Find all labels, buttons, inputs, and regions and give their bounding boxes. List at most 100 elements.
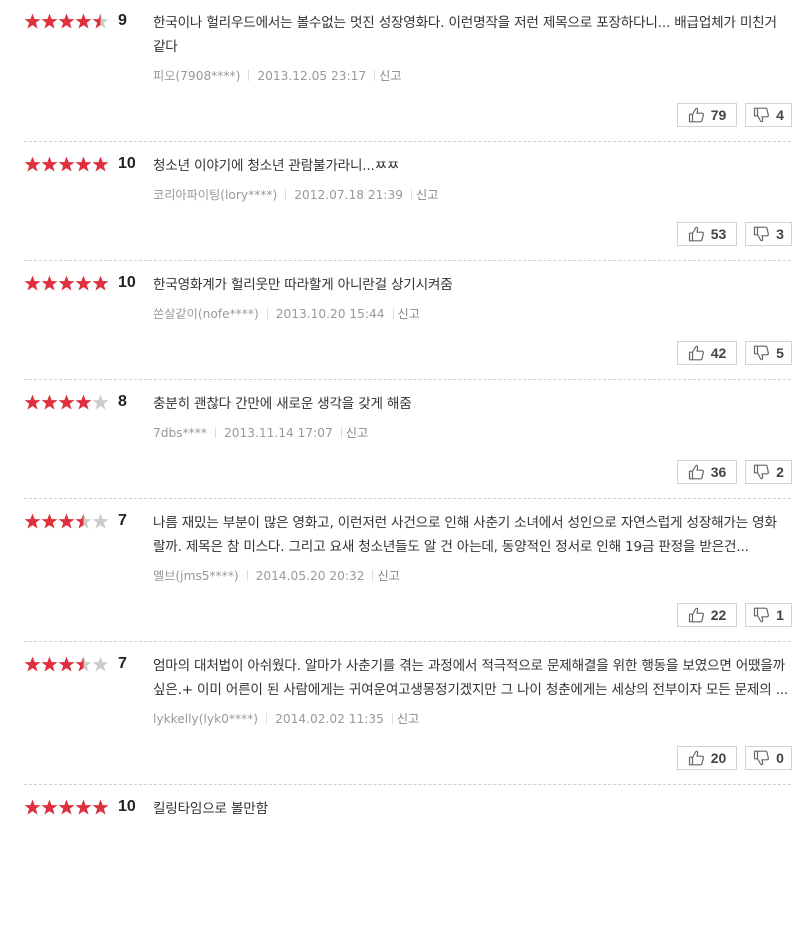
like-button[interactable]: 42 [677, 341, 737, 365]
score-number: 10 [118, 155, 136, 172]
report-link[interactable]: 신고 [416, 188, 438, 202]
review-author: 멜브(jms5****) [153, 569, 239, 583]
star-rating-icon [24, 656, 109, 671]
score-number: 7 [118, 512, 127, 529]
review-author: 7dbs**** [153, 426, 207, 440]
star-fill-icon [41, 799, 58, 814]
star-icon [92, 394, 109, 409]
review-text: 한국이나 헐리우드에서는 볼수없는 멋진 성장영화다. 이런명작을 저런 제목으… [153, 15, 777, 55]
meta-divider [392, 308, 394, 319]
like-count: 42 [710, 345, 727, 361]
like-button[interactable]: 79 [677, 103, 737, 127]
thumbs-down-icon [753, 607, 770, 623]
review-meta: 피오(7908****) 2013.12.05 23:17 신고 [153, 68, 789, 84]
thumbs-down-icon [753, 464, 770, 480]
star-rating [24, 275, 109, 292]
star-rating-icon [24, 275, 109, 290]
dislike-button[interactable]: 5 [745, 341, 792, 365]
review-text: 엄마의 대처법이 아쉬웠다. 알마가 사춘기를 겪는 과정에서 적극적으로 문제… [153, 658, 789, 698]
review-score: 10 [24, 273, 136, 293]
thumbs-up-icon [688, 107, 704, 123]
star-rating-icon [24, 394, 109, 409]
star-fill-icon [75, 799, 92, 814]
star-fill-icon [24, 394, 41, 409]
meta-divider [372, 570, 374, 581]
review-item: 10 킬링타임으로 볼만함 [0, 786, 800, 821]
star-fill-icon [75, 394, 92, 409]
star-fill-icon [92, 156, 109, 171]
review-list: 9 한국이나 헐리우드에서는 볼수없는 멋진 성장영화다. 이런명작을 저런 제목… [0, 0, 800, 821]
dislike-button[interactable]: 1 [745, 603, 792, 627]
score-number: 8 [118, 393, 127, 410]
thumbs-down-icon [753, 226, 770, 242]
review-meta: 7dbs**** 2013.11.14 17:07 신고 [153, 425, 789, 441]
dislike-count: 3 [776, 226, 784, 242]
like-button[interactable]: 36 [677, 460, 737, 484]
vote-buttons: 36 2 [0, 460, 792, 484]
review-author: 쏜살같이(nofe****) [153, 307, 259, 321]
meta-divider [411, 189, 413, 200]
like-count: 22 [710, 607, 727, 623]
review-score: 7 [24, 654, 127, 674]
like-count: 53 [710, 226, 727, 242]
dislike-button[interactable]: 4 [745, 103, 792, 127]
like-button[interactable]: 20 [677, 746, 737, 770]
report-link[interactable]: 신고 [397, 712, 419, 726]
meta-divider [285, 189, 287, 200]
review-meta: 멜브(jms5****) 2014.05.20 20:32 신고 [153, 568, 789, 584]
review-date: 2014.05.20 20:32 [255, 569, 365, 583]
star-icon [92, 656, 109, 671]
vote-buttons: 79 4 [0, 103, 792, 127]
dislike-count: 1 [776, 607, 784, 623]
review-score: 10 [24, 154, 136, 174]
like-button[interactable]: 53 [677, 222, 737, 246]
star-fill-icon [24, 799, 41, 814]
star-fill-icon [24, 13, 41, 28]
report-link[interactable]: 신고 [377, 569, 399, 583]
meta-divider [214, 427, 216, 438]
star-fill-icon [92, 275, 109, 290]
star-rating [24, 156, 109, 173]
star-fill-icon [58, 156, 75, 171]
dislike-count: 0 [776, 750, 784, 766]
review-meta: 쏜살같이(nofe****) 2013.10.20 15:44 신고 [153, 306, 789, 322]
star-fill-icon [41, 656, 58, 671]
review-item: 8 충분히 괜찮다 간만에 새로운 생각을 갖게 해줌 7dbs**** 2013.1… [0, 381, 800, 500]
score-number: 7 [118, 655, 127, 672]
review-date: 2014.02.02 11:35 [275, 712, 384, 726]
like-count: 79 [710, 107, 727, 123]
review-date: 2012.07.18 21:39 [294, 188, 404, 202]
star-fill-icon [58, 13, 75, 28]
dislike-button[interactable]: 0 [745, 746, 792, 770]
star-fill-icon [41, 513, 58, 528]
star-fill-icon [41, 13, 58, 28]
like-button[interactable]: 22 [677, 603, 737, 627]
review-item: 10 청소년 이야기에 청소년 관람불가라니...ㅉㅉ 코리아파이팅(lory***… [0, 143, 800, 262]
star-fill-icon [41, 275, 58, 290]
dislike-button[interactable]: 3 [745, 222, 792, 246]
star-fill-icon [92, 799, 109, 814]
star-rating [24, 656, 109, 673]
dislike-count: 5 [776, 345, 784, 361]
meta-divider [391, 713, 393, 724]
review-text: 청소년 이야기에 청소년 관람불가라니...ㅉㅉ [153, 158, 400, 174]
review-text: 한국영화계가 헐리웃만 따라할게 아니란걸 상기시켜줌 [153, 277, 453, 293]
star-fill-icon [24, 656, 41, 671]
review-score: 9 [24, 11, 127, 31]
review-item: 9 한국이나 헐리우드에서는 볼수없는 멋진 성장영화다. 이런명작을 저런 제목… [0, 0, 800, 143]
star-rating-icon [24, 513, 109, 528]
review-text: 나름 재밌는 부분이 많은 영화고, 이런저런 사건으로 인해 사춘기 소녀에서… [153, 515, 777, 555]
review-date: 2013.10.20 15:44 [275, 307, 385, 321]
star-fill-icon [58, 656, 75, 671]
vote-buttons: 42 5 [0, 341, 792, 365]
report-link[interactable]: 신고 [379, 69, 401, 83]
dislike-button[interactable]: 2 [745, 460, 792, 484]
thumbs-down-icon [753, 345, 770, 361]
report-link[interactable]: 신고 [346, 426, 368, 440]
thumbs-up-icon [688, 464, 704, 480]
score-number: 9 [118, 12, 127, 29]
dislike-count: 2 [776, 464, 784, 480]
star-fill-icon [41, 156, 58, 171]
report-link[interactable]: 신고 [398, 307, 420, 321]
review-author: lykkelly(lyk0****) [153, 712, 259, 726]
